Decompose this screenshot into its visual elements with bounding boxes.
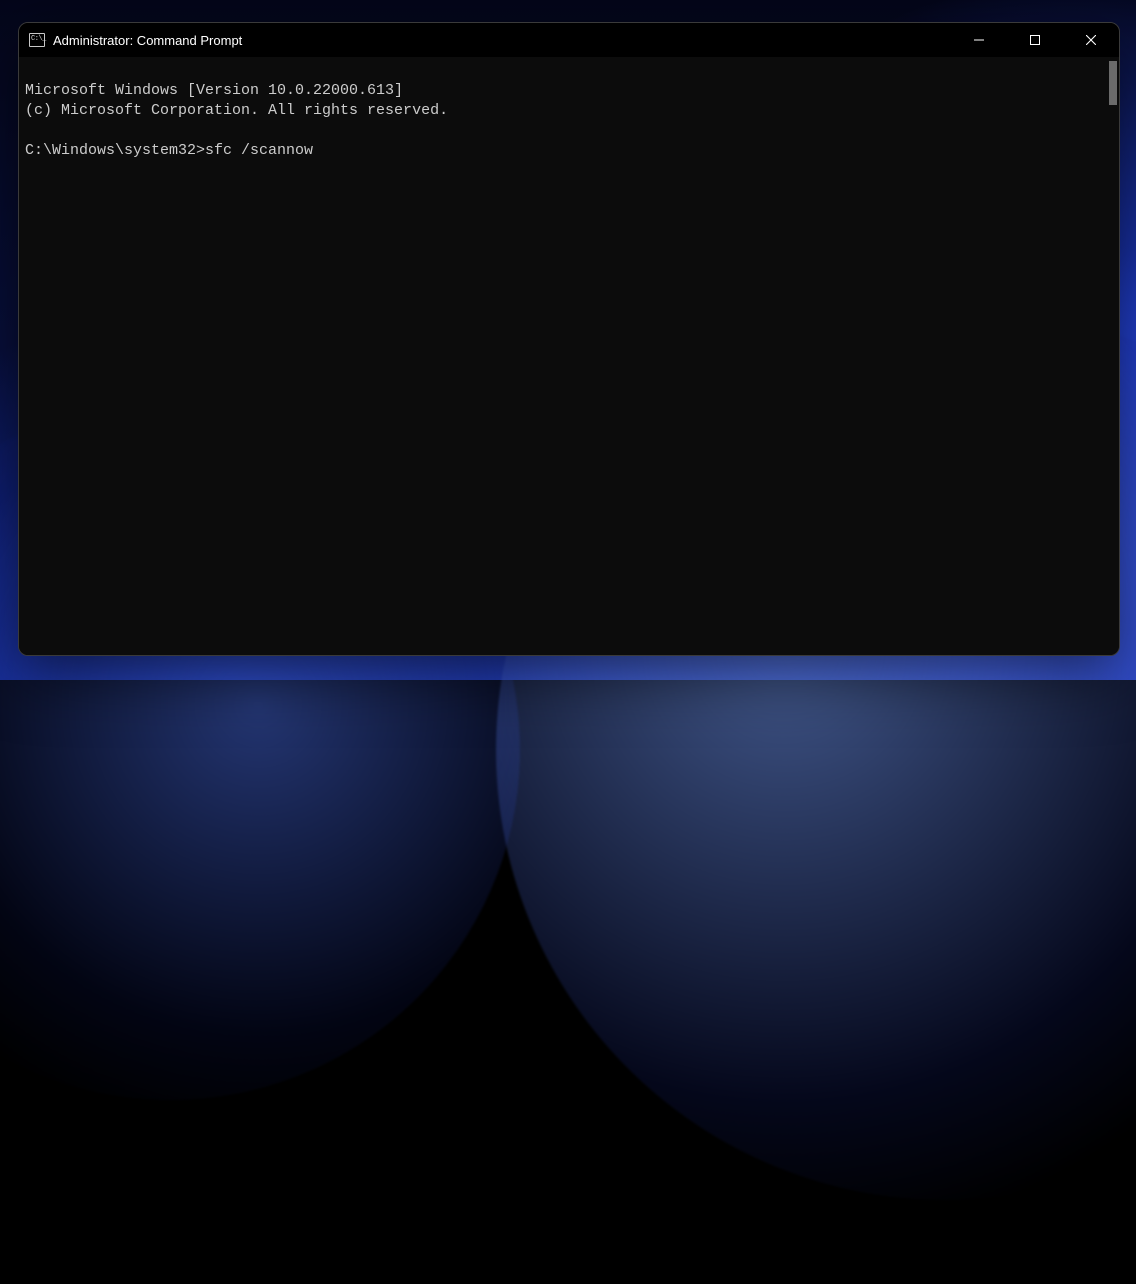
terminal-line: (c) Microsoft Corporation. All rights re… xyxy=(25,102,448,119)
terminal-line: Microsoft Windows [Version 10.0.22000.61… xyxy=(25,82,403,99)
titlebar[interactable]: Administrator: Command Prompt xyxy=(19,23,1119,57)
maximize-button[interactable] xyxy=(1007,23,1063,57)
maximize-icon xyxy=(1030,35,1040,45)
close-icon xyxy=(1086,35,1096,45)
terminal-command[interactable]: sfc /scannow xyxy=(205,142,313,159)
minimize-icon xyxy=(974,35,984,45)
command-prompt-window: Administrator: Command Prompt Mic xyxy=(18,22,1120,656)
terminal-output[interactable]: Microsoft Windows [Version 10.0.22000.61… xyxy=(19,57,1119,655)
scrollbar-thumb[interactable] xyxy=(1109,61,1117,105)
cmd-icon xyxy=(29,33,45,47)
terminal-area[interactable]: Microsoft Windows [Version 10.0.22000.61… xyxy=(19,57,1119,655)
terminal-prompt: C:\Windows\system32> xyxy=(25,142,205,159)
window-title: Administrator: Command Prompt xyxy=(53,33,242,48)
window-controls xyxy=(951,23,1119,57)
close-button[interactable] xyxy=(1063,23,1119,57)
minimize-button[interactable] xyxy=(951,23,1007,57)
